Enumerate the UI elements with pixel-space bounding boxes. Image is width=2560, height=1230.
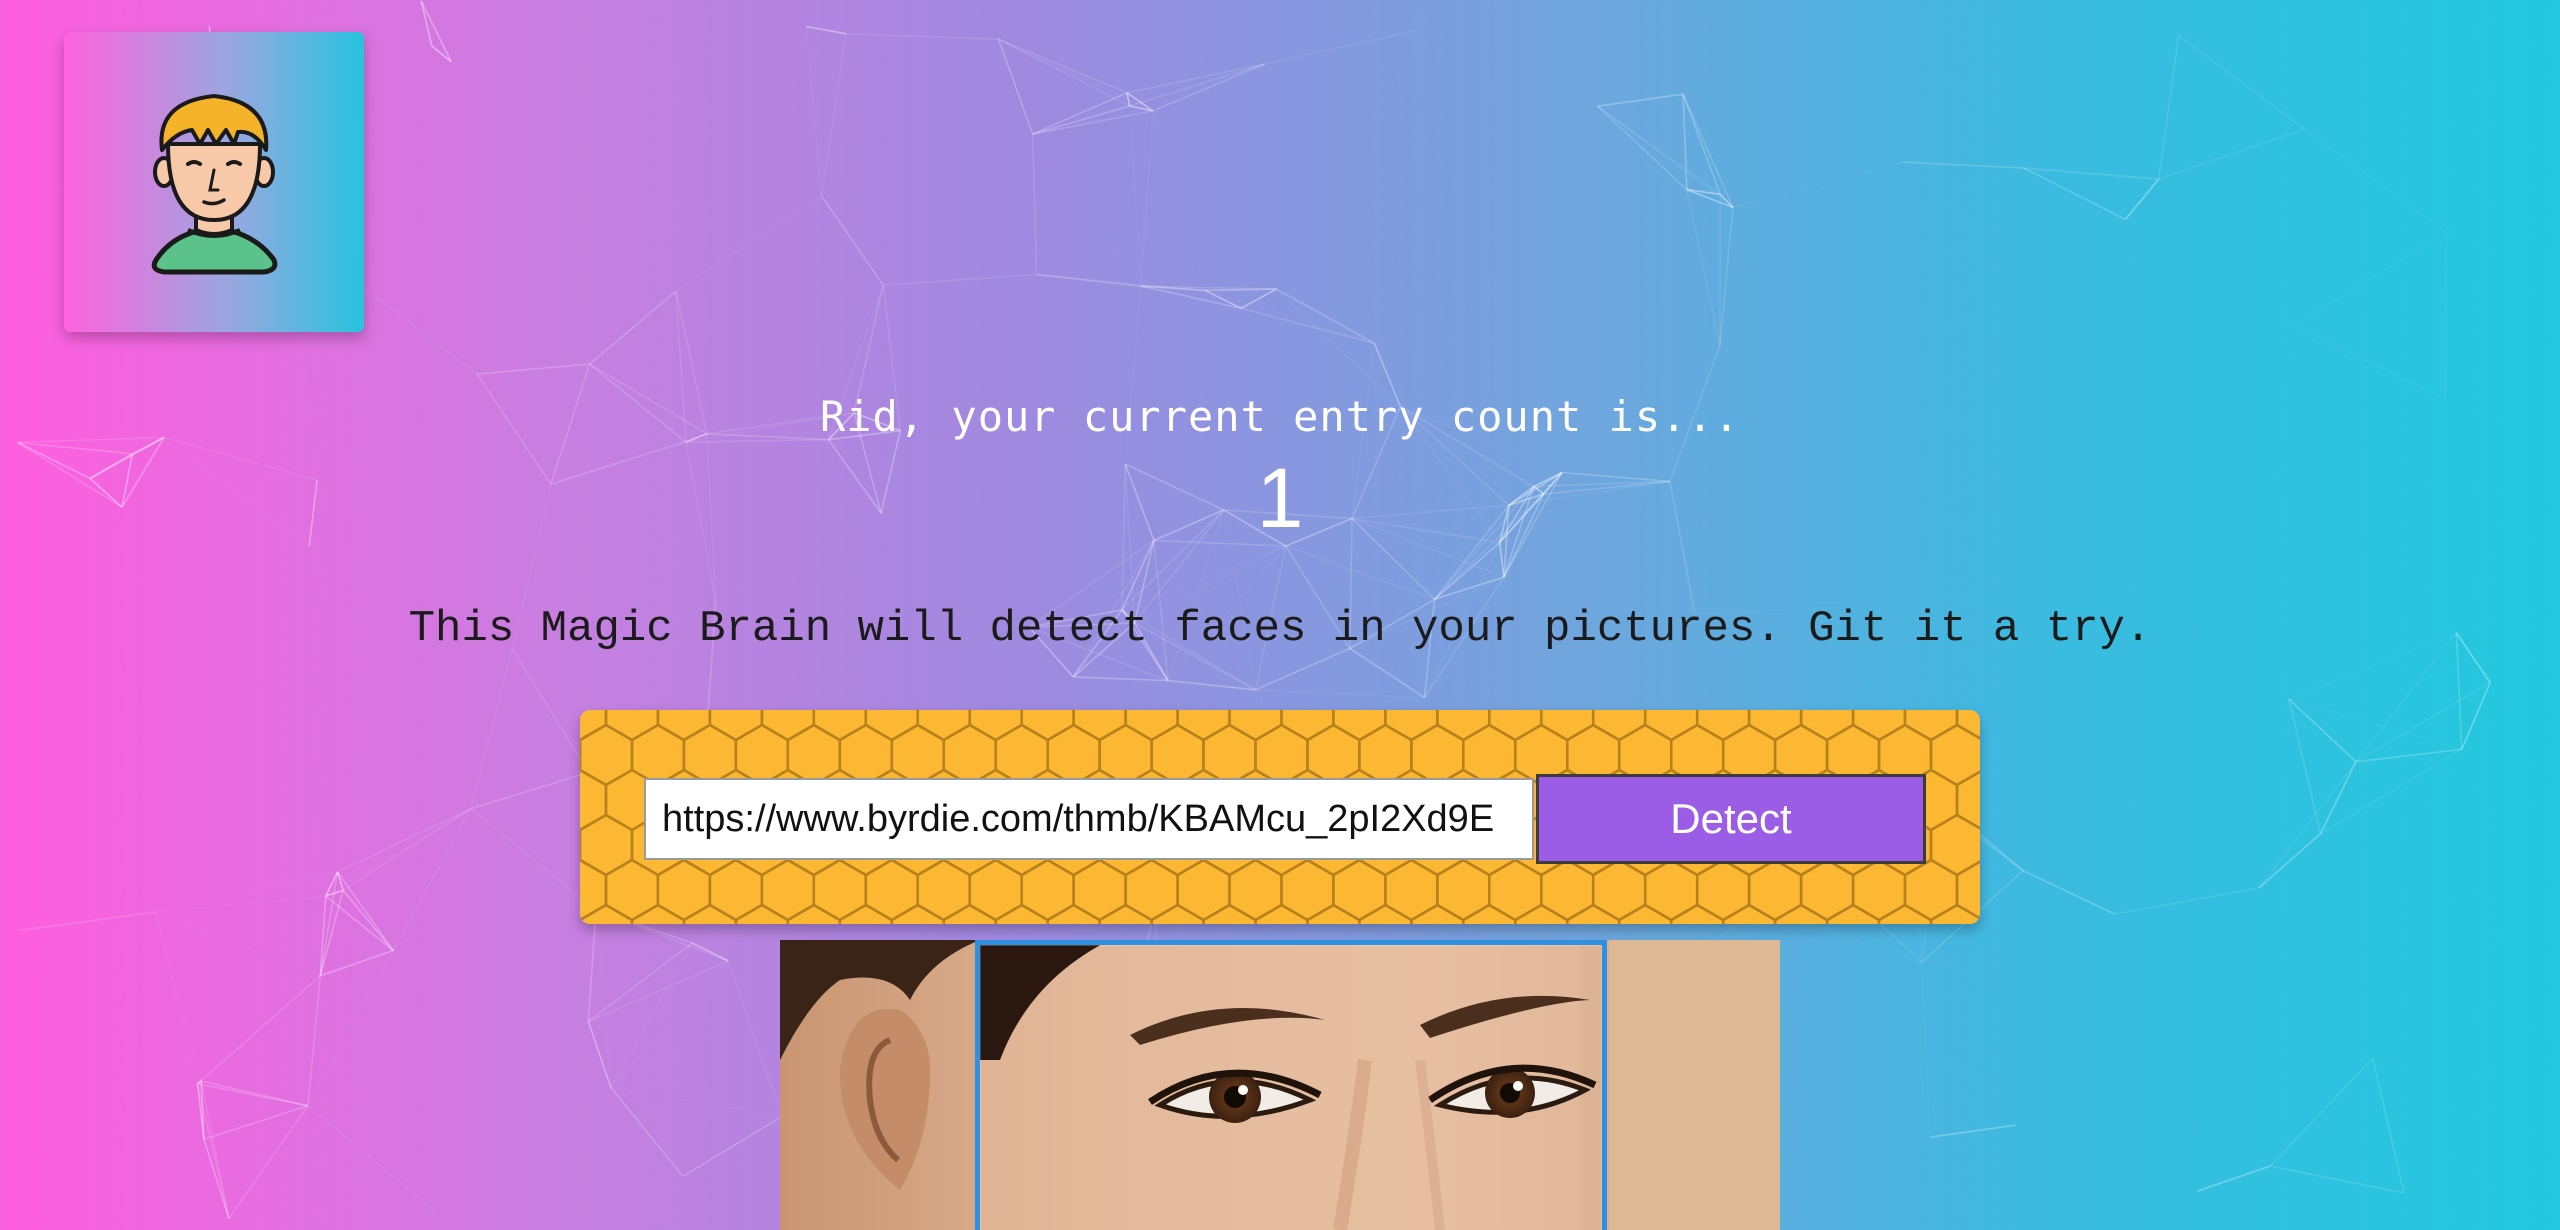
avatar-icon [151, 94, 278, 275]
rank-message: Rid, your current entry count is... [819, 392, 1740, 441]
image-url-input[interactable] [644, 778, 1534, 860]
detect-button[interactable]: Detect [1536, 774, 1926, 864]
tagline: This Magic Brain will detect faces in yo… [408, 604, 2152, 654]
logo-card [64, 32, 364, 332]
image-link-form: Detect [580, 710, 1980, 924]
face-bounding-box [975, 940, 1607, 1230]
entry-count: 1 [1256, 451, 1304, 545]
